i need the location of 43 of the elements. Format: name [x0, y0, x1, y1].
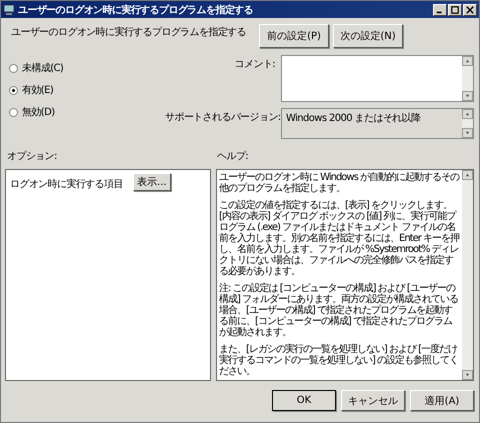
scrollbar[interactable] [462, 56, 473, 101]
scroll-down-icon[interactable] [462, 91, 473, 101]
radio-indicator[interactable] [9, 64, 18, 72]
show-button[interactable]: 表示... [132, 173, 171, 191]
close-icon [466, 6, 474, 14]
help-paragraph: この設定の値を指定するには、[表示] をクリックします。[内容の表示] ダイアログ ボックスの [値] 列に、実行可能プログラム (.exe) ファイルまたはドキュメント ファイルの名前を入力します。別の名前を指定するには、Enter キーを押し、名前を入力します。ファイルが %Systemroot% ディレクトリにない場合は、ファイルへの完全修飾パスを指定する必要があります。 [219, 200, 460, 277]
dialog-button[interactable]: OK [272, 390, 336, 411]
supported-label: サポートされるバージョン: [165, 111, 281, 125]
state-radio[interactable]: 未構成(C) [9, 61, 165, 75]
radio-label: 無効(D) [22, 106, 55, 119]
state-radio[interactable]: 有効(E) [9, 83, 165, 97]
dialog-button[interactable]: 適用(A) [410, 390, 474, 411]
state-radio[interactable]: 無効(D) [9, 105, 165, 119]
dialog-button[interactable]: キャンセル [341, 390, 405, 411]
scroll-down-icon[interactable] [462, 370, 473, 380]
scrollbar[interactable] [462, 109, 473, 138]
scroll-up-icon[interactable] [462, 109, 473, 119]
scroll-down-icon[interactable] [462, 128, 473, 138]
maximize-icon [451, 6, 459, 14]
nav-button[interactable]: 次の設定(N) [333, 24, 403, 48]
scroll-up-icon[interactable] [462, 170, 473, 180]
maximize-button[interactable] [448, 4, 462, 16]
minimize-button[interactable] [433, 4, 447, 16]
radio-label: 有効(E) [22, 84, 54, 97]
help-paragraph: ユーザーのログオン時に Windows が自動的に起動するその他のプログラムを指定します。 [219, 172, 460, 194]
scroll-up-icon[interactable] [462, 56, 473, 66]
option-label: ログオン時に実行する項目 [10, 178, 123, 191]
window-title: ユーザーのログオン時に実行するプログラムを指定する [18, 3, 254, 16]
policy-title: ユーザーのログオン時に実行するプログラムを指定する [11, 26, 246, 39]
help-paragraph: また、[レガシの実行の一覧を処理しない] および [一度だけ実行するコマンドの一覧を処理しない] の設定も参照してください。 [219, 344, 460, 377]
radio-indicator[interactable] [9, 86, 18, 94]
close-button[interactable] [463, 4, 477, 16]
help-label: ヘルプ: [217, 150, 248, 164]
radio-label: 未構成(C) [22, 62, 64, 75]
computer-icon [3, 4, 15, 16]
comment-label: コメント: [234, 58, 276, 72]
help-paragraph: 注: この設定は [コンピューターの構成] および [ユーザーの構成] フォルダーにあります。両方の設定が構成されている場合、[ユーザーの構成] で指定されたプログラムを起動する前に、[コンピューターの構成] で指定されたプログラムが起動されます。 [219, 283, 460, 338]
radio-indicator[interactable] [9, 108, 18, 116]
supported-value: Windows 2000 またはそれ以降 [285, 112, 422, 126]
nav-button[interactable]: 前の設定(P) [259, 24, 329, 48]
options-label: オプション: [6, 150, 58, 164]
comment-field[interactable] [281, 55, 474, 102]
scrollbar[interactable] [462, 170, 473, 380]
